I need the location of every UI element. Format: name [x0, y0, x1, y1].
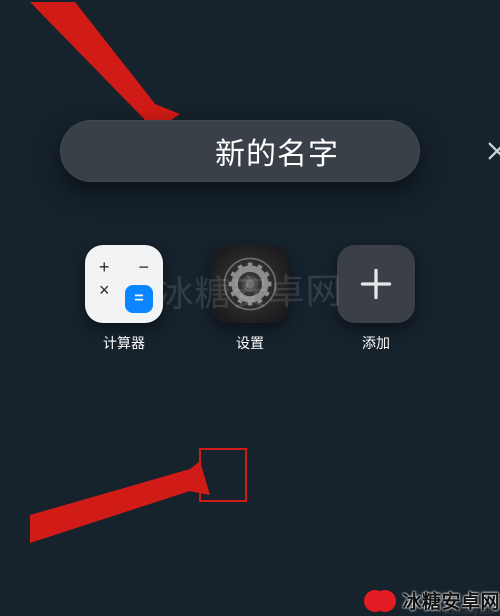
folder-apps-row: + − × = 计算器: [0, 245, 500, 353]
app-label: 设置: [236, 333, 264, 353]
close-icon: [486, 140, 500, 162]
app-label: 计算器: [103, 333, 145, 353]
site-watermark-logo: 冰糖安卓网 w.btxtdmy.com: [364, 587, 500, 614]
app-calculator[interactable]: + − × = 计算器: [82, 245, 166, 353]
settings-gear-icon: [211, 245, 289, 323]
annotation-arrow-bottom: [30, 445, 210, 555]
calculator-icon: + − × =: [85, 245, 163, 323]
folder-name-input[interactable]: [84, 134, 470, 168]
clear-name-button[interactable]: [486, 136, 500, 166]
plus-icon: [337, 245, 415, 323]
logo-domain: w.btxtdmy.com: [444, 609, 494, 616]
app-settings[interactable]: 设置: [208, 245, 292, 353]
highlight-box: [199, 448, 247, 502]
folder-name-capsule[interactable]: [60, 120, 420, 182]
logo-mark-icon: [364, 588, 396, 614]
app-label: 添加: [362, 333, 390, 353]
app-add[interactable]: 添加: [334, 245, 418, 353]
